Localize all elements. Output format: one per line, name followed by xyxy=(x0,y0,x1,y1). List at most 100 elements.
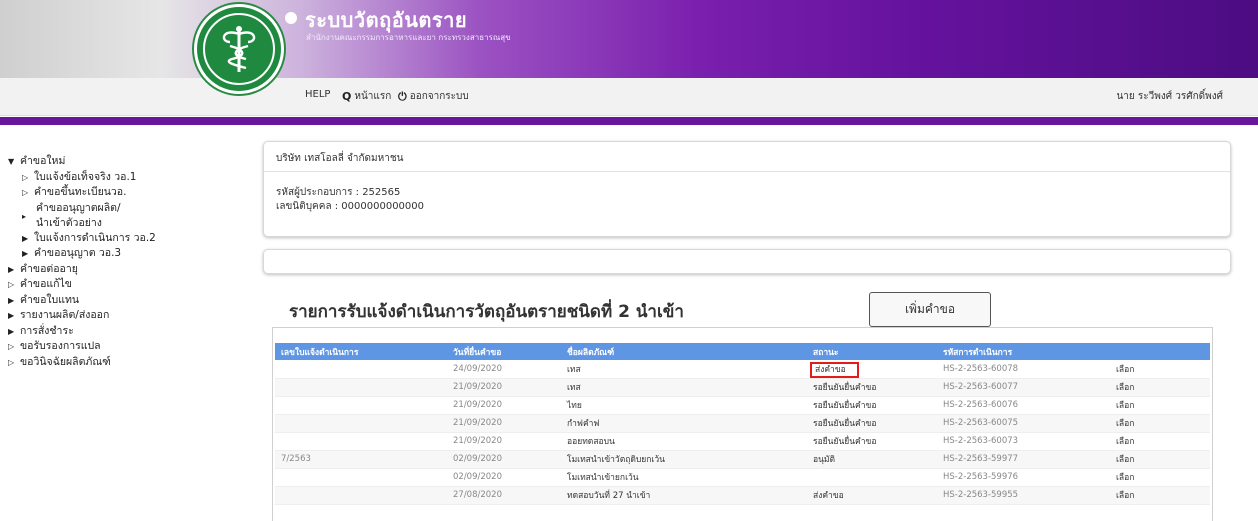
table-row: 21/09/2020 กำฟคำฟ รอยืนยันยื่นคำขอ HS-2-… xyxy=(275,414,1210,433)
status-highlight: ส่งคำขอ xyxy=(810,361,859,378)
home-label: หน้าแรก xyxy=(354,91,392,102)
table-row: 24/09/2020 เทส ส่งคำขอ HS-2-2563-60078 เ… xyxy=(275,360,1210,379)
company-name: บริษัท เทสโอลลี่ จำกัดมหาชน xyxy=(264,142,1230,172)
caret-right-icon: ▶ xyxy=(22,233,29,243)
sidebar-item-translation-cert[interactable]: ▷ ขอรับรองการแปล xyxy=(8,339,248,355)
status-cell xyxy=(807,468,937,487)
operation-code: HS-2-2563-59977 xyxy=(937,450,1110,469)
notice-number xyxy=(275,360,447,379)
sidebar-item-label: ใบแจ้งข้อเท็จจริง วอ.1 xyxy=(34,170,137,183)
sidebar-item-label: การสั่งชำระ xyxy=(20,324,74,337)
operation-code: HS-2-2563-60076 xyxy=(937,396,1110,415)
table-row: 7/2563 02/09/2020 โมเทสนำเข้าวัตถุดิบยกเ… xyxy=(275,450,1210,469)
product-name: ทดสอบวันที่ 27 นำเข้า xyxy=(561,486,807,505)
caret-right-icon: ▷ xyxy=(8,280,15,289)
table-row: 27/08/2020 ทดสอบวันที่ 27 นำเข้า ส่งคำขอ… xyxy=(275,486,1210,505)
select-link[interactable]: เลือก xyxy=(1110,450,1210,469)
help-link[interactable]: HELP xyxy=(305,89,330,100)
column-header[interactable]: วันที่ยื่นคำขอ xyxy=(447,343,561,360)
submit-date: 21/09/2020 xyxy=(447,396,561,415)
operation-code: HS-2-2563-60078 xyxy=(937,360,1110,379)
caret-right-icon: ▷ xyxy=(8,342,15,351)
select-link[interactable]: เลือก xyxy=(1110,432,1210,451)
caret-right-icon: ▸ xyxy=(22,211,27,221)
brand-dot xyxy=(285,12,297,24)
operation-code: HS-2-2563-60073 xyxy=(937,432,1110,451)
column-header[interactable]: เลขใบแจ้งดำเนินการ xyxy=(275,343,447,360)
logout-link[interactable]: ⏻ ออกจากระบบ xyxy=(398,89,469,104)
system-subtitle: สำนักงานคณะกรรมการอาหารและยา กระทรวงสาธา… xyxy=(306,33,511,42)
add-request-button[interactable]: เพิ่มคำขอ xyxy=(869,292,991,327)
notice-number xyxy=(275,414,447,433)
select-link[interactable]: เลือก xyxy=(1110,396,1210,415)
sidebar-item-replacement[interactable]: ▶ คำขอใบแทน xyxy=(8,293,248,309)
empty-panel xyxy=(263,249,1231,274)
power-icon: ⏻ xyxy=(398,89,407,103)
ministry-logo xyxy=(194,4,284,94)
caret-right-icon: ▶ xyxy=(8,311,15,320)
status-cell: รอยืนยันยื่นคำขอ xyxy=(807,378,937,397)
product-name: เทส xyxy=(561,378,807,397)
table-row: 21/09/2020 ไทย รอยืนยันยื่นคำขอ HS-2-256… xyxy=(275,396,1210,415)
product-name: ออยทดสอบน xyxy=(561,432,807,451)
select-link[interactable]: เลือก xyxy=(1110,378,1210,397)
sidebar-item-production-report[interactable]: ▶ รายงานผลิต/ส่งออก xyxy=(8,308,248,324)
list-title: รายการรับแจ้งดำเนินการวัตถุอันตรายชนิดที… xyxy=(289,302,684,322)
notice-number xyxy=(275,432,447,451)
status-cell: รอยืนยันยื่นคำขอ xyxy=(807,432,937,451)
sidebar-item-renewal[interactable]: ▶ คำขอต่ออายุ xyxy=(8,262,248,278)
operation-code: HS-2-2563-60077 xyxy=(937,378,1110,397)
table-row: 02/09/2020 โมเทสนำเข้ายกเว้น HS-2-2563-5… xyxy=(275,468,1210,487)
sidebar-item-registration[interactable]: ▷ คำขอขึ้นทะเบียนวอ. xyxy=(8,185,248,201)
sidebar-item-operation-notice[interactable]: ▶ ใบแจ้งการดำเนินการ วอ.2 xyxy=(8,231,248,247)
submit-date: 24/09/2020 xyxy=(447,360,561,379)
sidebar-item-product-diagnosis[interactable]: ▷ ขอวินิจฉัยผลิตภัณฑ์ xyxy=(8,355,248,371)
select-link[interactable]: เลือก xyxy=(1110,360,1210,379)
status-cell: ส่งคำขอ xyxy=(807,486,937,505)
column-header[interactable]: รหัสการดำเนินการ xyxy=(937,343,1110,360)
product-name: โมเทสนำเข้ายกเว้น xyxy=(561,468,807,487)
column-header xyxy=(1110,343,1210,360)
sidebar-item-fact-notice[interactable]: ▷ ใบแจ้งข้อเท็จจริง วอ.1 xyxy=(8,170,248,186)
sidebar-item-sample-permit[interactable]: ▸ คำขออนุญาตผลิต/นำเข้าตัวอย่าง xyxy=(8,201,126,231)
column-header[interactable]: สถานะ xyxy=(807,343,937,360)
home-link[interactable]: Q หน้าแรก xyxy=(342,89,391,104)
sidebar-item-label: คำขอขึ้นทะเบียนวอ. xyxy=(34,186,127,198)
operation-code: HS-2-2563-60075 xyxy=(937,414,1110,433)
operation-code: HS-2-2563-59955 xyxy=(937,486,1110,505)
top-navbar: HELP Q หน้าแรก ⏻ ออกจากระบบ นาย ระวีพงศ์… xyxy=(0,78,1258,116)
submit-date: 21/09/2020 xyxy=(447,414,561,433)
header-divider xyxy=(0,117,1258,125)
sidebar-item-label: คำขอต่ออายุ xyxy=(20,262,78,275)
product-name: โมเทสนำเข้าวัตถุดิบยกเว้น xyxy=(561,450,807,469)
sidebar-item-new-request[interactable]: ▼ คำขอใหม่ xyxy=(8,154,248,170)
caret-right-icon: ▶ xyxy=(8,326,15,336)
notice-number xyxy=(275,468,447,487)
sidebar-item-payment-order[interactable]: ▶ การสั่งชำระ xyxy=(8,324,248,340)
table-row: 21/09/2020 ออยทดสอบน รอยืนยันยื่นคำขอ HS… xyxy=(275,432,1210,451)
caret-right-icon: ▷ xyxy=(22,188,29,197)
status-cell: อนุมัติ xyxy=(807,450,937,469)
request-table: เลขใบแจ้งดำเนินการ วันที่ยื่นคำขอ ชื่อผล… xyxy=(275,343,1210,505)
select-link[interactable]: เลือก xyxy=(1110,486,1210,505)
column-header[interactable]: ชื่อผลิตภัณฑ์ xyxy=(561,343,807,360)
submit-date: 21/09/2020 xyxy=(447,378,561,397)
sidebar-item-label: ใบแจ้งการดำเนินการ วอ.2 xyxy=(34,231,156,244)
caret-down-icon: ▼ xyxy=(8,157,15,166)
caret-right-icon: ▶ xyxy=(22,249,29,258)
notice-number xyxy=(275,378,447,397)
user-name: นาย ระวีพงศ์ วรศักดิ์พงศ์ xyxy=(1116,91,1223,102)
sidebar-item-label: คำขออนุญาตผลิต/นำเข้าตัวอย่าง xyxy=(36,201,121,229)
sidebar-item-label: รายงานผลิต/ส่งออก xyxy=(20,309,110,321)
sidebar-item-permit-3[interactable]: ▶ คำขออนุญาต วอ.3 xyxy=(8,246,248,262)
select-link[interactable]: เลือก xyxy=(1110,414,1210,433)
caret-right-icon: ▷ xyxy=(22,172,29,182)
select-link[interactable]: เลือก xyxy=(1110,468,1210,487)
header-banner xyxy=(0,0,1258,78)
sidebar-item-amendment[interactable]: ▷ คำขอแก้ไข xyxy=(8,277,248,293)
logout-label: ออกจากระบบ xyxy=(409,91,469,102)
table-header-row: เลขใบแจ้งดำเนินการ วันที่ยื่นคำขอ ชื่อผล… xyxy=(275,343,1210,360)
product-name: กำฟคำฟ xyxy=(561,414,807,433)
submit-date: 02/09/2020 xyxy=(447,468,561,487)
status-cell: รอยืนยันยื่นคำขอ xyxy=(807,414,937,433)
